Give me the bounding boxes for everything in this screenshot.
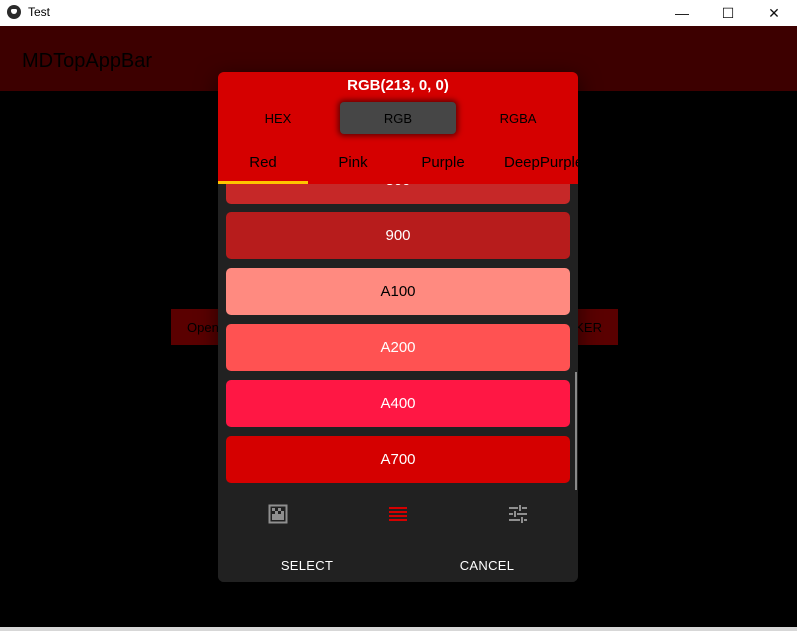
swatch-label: A100: [380, 283, 416, 300]
tab-palette-red[interactable]: Red: [218, 147, 308, 177]
bottom-navigation: SELECT CANCEL: [218, 492, 578, 582]
maximize-button[interactable]: ☐: [705, 0, 751, 26]
dialog-header: RGB(213, 0, 0) HEX RGB RGBA Red Pink Pur…: [218, 72, 578, 184]
tab-rgb-label: RGB: [383, 110, 413, 126]
swatch-800[interactable]: 800: [226, 184, 570, 204]
color-picker-dialog: RGB(213, 0, 0) HEX RGB RGBA Red Pink Pur…: [218, 72, 578, 582]
tab-palette-purple-label: Purple: [421, 153, 465, 171]
cancel-button[interactable]: CANCEL: [417, 558, 557, 573]
tab-rgba-label: RGBA: [499, 110, 537, 126]
app-logo-icon: [7, 5, 21, 19]
close-button[interactable]: ✕: [751, 0, 797, 26]
minimize-button[interactable]: —: [659, 0, 705, 26]
swatch-label: A200: [380, 339, 416, 356]
swatch-900[interactable]: 900: [226, 212, 570, 259]
swatch-a100[interactable]: A100: [226, 268, 570, 315]
swatch-list[interactable]: 800 900 A100 A200 A400 A700: [218, 184, 578, 492]
window-bottom-border: [0, 627, 797, 631]
select-button[interactable]: SELECT: [237, 558, 377, 573]
swatch-a400[interactable]: A400: [226, 380, 570, 427]
swatch-label: A700: [380, 451, 416, 468]
swatch-list-scrollbar[interactable]: [575, 372, 577, 490]
window-title: Test: [28, 5, 51, 19]
gradient-icon[interactable]: [268, 504, 288, 524]
swatch-a200[interactable]: A200: [226, 324, 570, 371]
swatch-label: 800: [385, 184, 410, 189]
tune-icon[interactable]: [508, 504, 528, 524]
tab-palette-deeppurple[interactable]: DeepPurple: [498, 147, 578, 177]
tab-palette-pink-label: Pink: [338, 153, 368, 171]
tab-hex-label: HEX: [264, 110, 292, 126]
selected-color-title: RGB(213, 0, 0): [347, 77, 449, 94]
window-titlebar: Test — ☐ ✕: [0, 0, 797, 26]
tab-palette-purple[interactable]: Purple: [398, 147, 488, 177]
tab-palette-deeppurple-label: DeepPurple: [504, 153, 578, 171]
tab-palette-pink[interactable]: Pink: [308, 147, 398, 177]
tab-rgba[interactable]: RGBA: [458, 101, 578, 135]
view-list-icon[interactable]: [388, 504, 408, 524]
swatch-label: 900: [385, 227, 411, 244]
tab-rgb[interactable]: RGB: [338, 101, 458, 135]
tab-palette-red-label: Red: [249, 153, 277, 171]
swatch-a700[interactable]: A700: [226, 436, 570, 483]
swatch-label: A400: [380, 395, 416, 412]
tab-hex[interactable]: HEX: [218, 101, 338, 135]
